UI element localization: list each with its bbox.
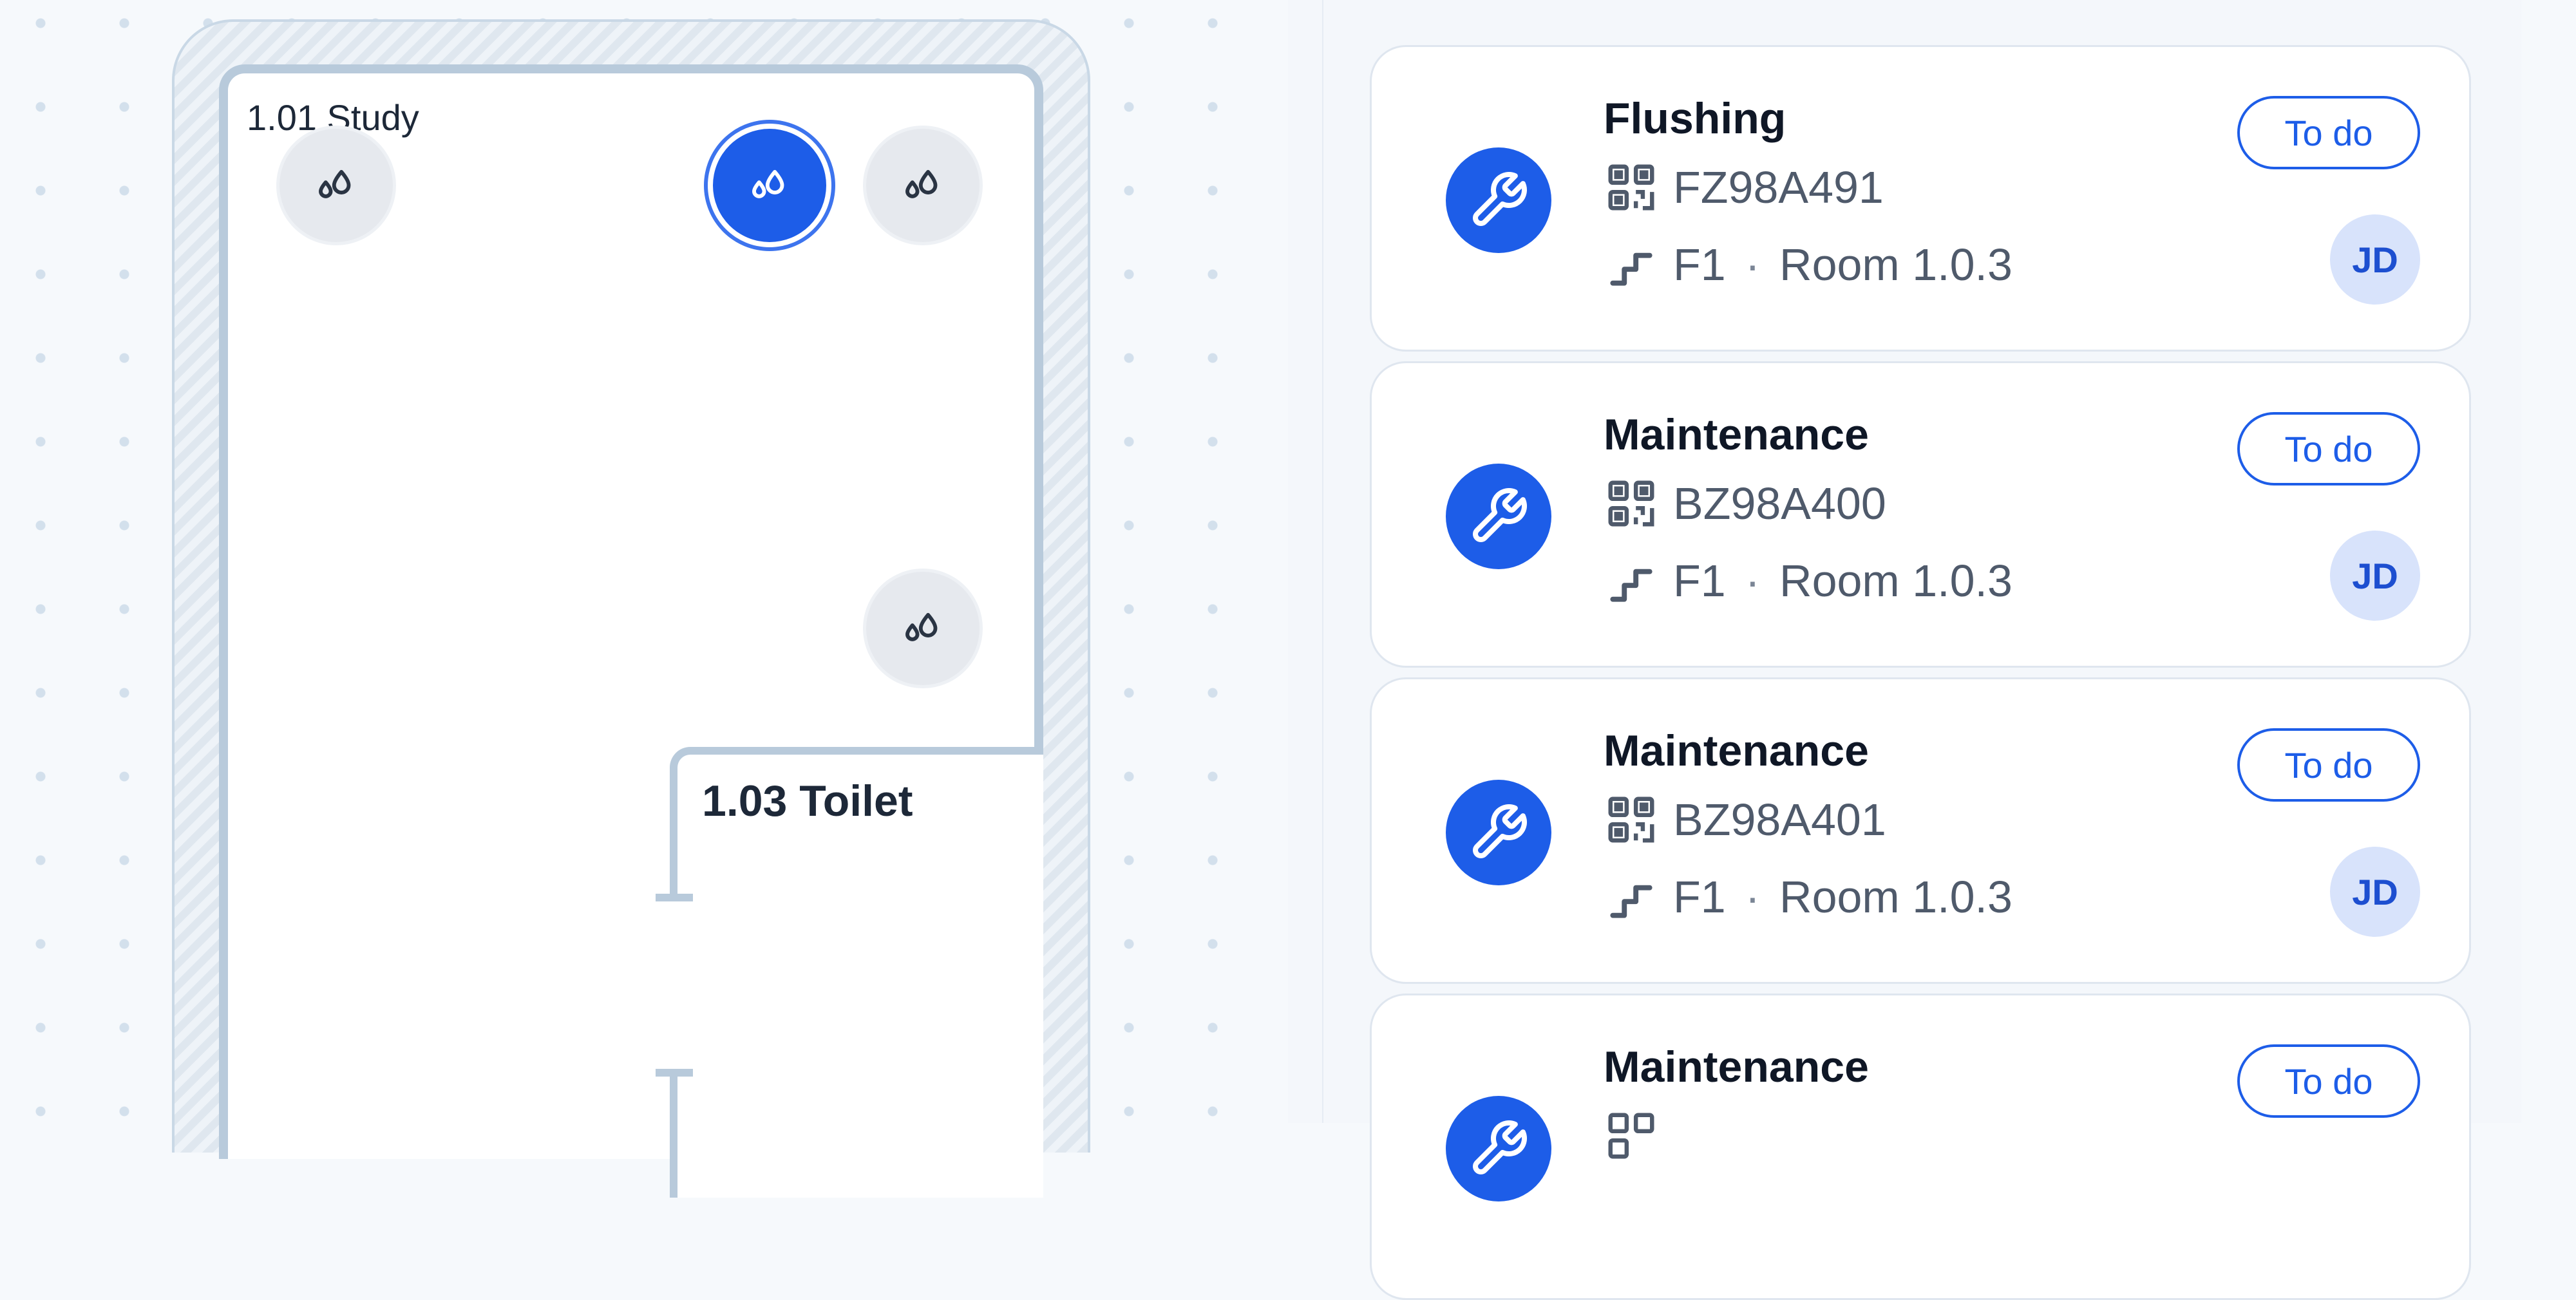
- separator-dot: ·: [1745, 240, 1761, 290]
- task-card[interactable]: Maintenance BZ98A400 F1 · Room 1.0.3 To …: [1370, 361, 2471, 668]
- qr-code-icon: [1608, 1113, 1654, 1159]
- stairs-icon: [1610, 252, 1653, 286]
- stairs-icon: [1610, 569, 1653, 602]
- water-sensor-marker-selected[interactable]: [713, 129, 826, 242]
- qr-code-icon: [1608, 796, 1654, 843]
- task-code-row: BZ98A400: [1604, 476, 1886, 531]
- task-location-row: F1 · Room 1.0.3: [1604, 553, 2012, 608]
- task-type-badge: [1446, 147, 1551, 253]
- water-drops-icon: [752, 169, 784, 198]
- wrench-icon: [1473, 804, 1527, 858]
- task-title: Maintenance: [1604, 1042, 1869, 1091]
- task-floor: F1: [1673, 556, 1726, 606]
- water-sensor-marker[interactable]: [279, 129, 393, 242]
- water-sensor-marker[interactable]: [866, 572, 980, 685]
- task-code-row: [1604, 1108, 1659, 1163]
- door-jamb: [656, 1069, 693, 1077]
- wrench-icon: [1473, 1120, 1527, 1174]
- status-badge[interactable]: To do: [2237, 412, 2420, 485]
- task-room: Room 1.0.3: [1779, 240, 2012, 290]
- water-drops-icon: [905, 612, 938, 641]
- task-room: Room 1.0.3: [1779, 872, 2012, 922]
- task-code-row: FZ98A491: [1604, 160, 1884, 215]
- task-location-row: F1 · Room 1.0.3: [1604, 869, 2012, 925]
- room-label-toilet: 1.03 Toilet: [702, 777, 913, 825]
- status-badge[interactable]: To do: [2237, 1044, 2420, 1118]
- qr-code-icon: [1608, 164, 1654, 211]
- assignee-avatar[interactable]: JD: [2330, 847, 2420, 937]
- task-title: Maintenance: [1604, 726, 1869, 775]
- task-title: Maintenance: [1604, 410, 1869, 459]
- separator-dot: ·: [1745, 872, 1761, 922]
- water-drops-icon: [905, 169, 938, 198]
- panel-edge: [2521, 0, 2576, 1123]
- toilet-door-opening: [670, 895, 677, 1069]
- task-type-badge: [1446, 780, 1551, 885]
- task-card[interactable]: Maintenance To do: [1370, 994, 2471, 1300]
- wrench-icon: [1473, 488, 1527, 542]
- assignee-avatar[interactable]: JD: [2330, 531, 2420, 621]
- status-badge[interactable]: To do: [2237, 96, 2420, 169]
- task-floor: F1: [1673, 872, 1726, 922]
- qr-code-icon: [1608, 480, 1654, 527]
- stairs-icon: [1610, 885, 1653, 918]
- task-type-badge: [1446, 464, 1551, 569]
- task-code-row: BZ98A401: [1604, 792, 1886, 847]
- door-jamb: [656, 894, 693, 901]
- wrench-icon: [1473, 172, 1527, 226]
- task-code: FZ98A491: [1673, 162, 1884, 212]
- water-drops-icon: [319, 169, 351, 198]
- task-code: BZ98A401: [1673, 795, 1886, 845]
- task-floor: F1: [1673, 240, 1726, 290]
- status-badge[interactable]: To do: [2237, 728, 2420, 802]
- task-location-row: F1 · Room 1.0.3: [1604, 237, 2012, 292]
- canvas-divider: [1288, 0, 1322, 1123]
- task-type-badge: [1446, 1096, 1551, 1201]
- separator-dot: ·: [1745, 556, 1761, 606]
- water-sensor-marker[interactable]: [866, 129, 980, 242]
- task-card[interactable]: Flushing FZ98A491 F1 · Room 1.0.3 To do …: [1370, 45, 2471, 352]
- assignee-avatar[interactable]: JD: [2330, 214, 2420, 305]
- task-card[interactable]: Maintenance BZ98A401 F1 · Room 1.0.3 To …: [1370, 677, 2471, 984]
- task-room: Room 1.0.3: [1779, 556, 2012, 606]
- task-code: BZ98A400: [1673, 478, 1886, 529]
- task-title: Flushing: [1604, 94, 1786, 143]
